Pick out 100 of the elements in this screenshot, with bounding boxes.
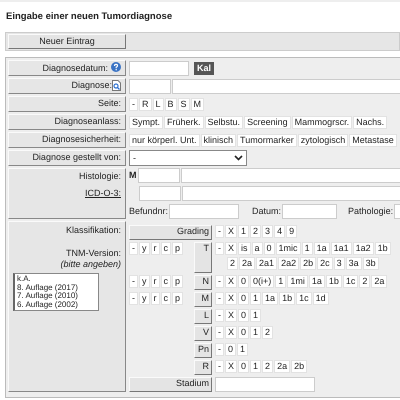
histology-field[interactable]	[181, 168, 400, 183]
option-button[interactable]: -	[215, 326, 224, 339]
option-button[interactable]: -	[215, 343, 224, 356]
option-button[interactable]: Selbstu.	[204, 116, 244, 128]
option-button[interactable]: 1c	[342, 275, 358, 288]
option-button[interactable]: X	[225, 242, 238, 255]
option-button[interactable]: 0(i+)	[250, 275, 274, 288]
option-button[interactable]: zytologisch	[298, 134, 348, 146]
option-button[interactable]: 3	[262, 225, 274, 238]
diagnosis-field[interactable]	[172, 78, 400, 94]
option-button[interactable]: 3	[334, 257, 345, 270]
option-button[interactable]: B	[164, 98, 177, 110]
grading-button[interactable]: Grading	[129, 225, 212, 240]
list-item[interactable]: 8. Auflage (2017)	[17, 284, 96, 292]
option-button[interactable]: 2	[359, 275, 370, 288]
option-button[interactable]: r	[150, 275, 160, 288]
code-field[interactable]	[139, 186, 181, 201]
option-button[interactable]: 0	[238, 275, 250, 288]
tnm-button[interactable]: N	[194, 275, 212, 290]
option-button[interactable]: X	[225, 360, 238, 373]
option-button[interactable]: c	[160, 275, 171, 288]
option-button[interactable]: 1	[237, 343, 248, 356]
option-button[interactable]: 2	[250, 225, 262, 238]
option-button[interactable]: Tumormarker	[237, 134, 297, 146]
option-button[interactable]: M	[190, 98, 204, 110]
option-button[interactable]: L	[152, 98, 164, 110]
option-button[interactable]: -	[215, 309, 224, 322]
option-button[interactable]: Screening	[244, 116, 291, 128]
option-button[interactable]: X	[225, 275, 238, 288]
option-button[interactable]: 1mic	[276, 242, 301, 255]
option-button[interactable]: X	[225, 225, 238, 238]
option-button[interactable]: -	[129, 98, 138, 110]
option-button[interactable]: X	[225, 292, 238, 305]
date-field[interactable]	[282, 204, 338, 219]
option-button[interactable]: Früherk.	[164, 116, 204, 128]
option-button[interactable]: -	[215, 360, 224, 373]
tnm-button[interactable]: R	[194, 360, 212, 375]
option-button[interactable]: 2a	[274, 360, 290, 373]
tnm-button[interactable]: L	[194, 309, 212, 324]
code-field[interactable]	[129, 78, 171, 94]
option-button[interactable]: -	[215, 292, 224, 305]
option-button[interactable]: Nachs.	[353, 116, 388, 128]
option-button[interactable]: 2a1	[256, 257, 278, 270]
option-button[interactable]: -	[129, 275, 138, 288]
icd-field[interactable]	[182, 186, 400, 201]
tnm-button[interactable]: M	[194, 292, 212, 307]
option-button[interactable]: Metastase	[349, 134, 397, 146]
option-button[interactable]: 1	[302, 242, 313, 255]
option-button[interactable]: 0	[238, 292, 250, 305]
option-button[interactable]: 0	[238, 309, 250, 322]
option-button[interactable]: 1c	[296, 292, 312, 305]
option-button[interactable]: S	[178, 98, 190, 110]
option-button[interactable]: 1d	[312, 292, 329, 305]
option-button[interactable]: -	[215, 242, 224, 255]
option-button[interactable]: 2b	[291, 360, 308, 373]
option-button[interactable]: 4	[274, 225, 286, 238]
select-field[interactable]: -	[129, 150, 247, 166]
option-button[interactable]: y	[139, 275, 150, 288]
option-button[interactable]: nur körperl. Unt.	[129, 134, 200, 146]
option-button[interactable]: 1a1	[330, 242, 352, 255]
code-field[interactable]	[138, 168, 180, 183]
option-button[interactable]: klinisch	[200, 134, 236, 146]
option-button[interactable]: R	[139, 98, 152, 110]
option-button[interactable]: 1a	[262, 292, 278, 305]
option-button[interactable]: 1b	[326, 275, 342, 288]
tnm-button[interactable]: Pn	[194, 343, 212, 358]
option-button[interactable]: p	[172, 275, 184, 288]
option-button[interactable]: c	[160, 292, 171, 305]
option-button[interactable]: Mammogrscr.	[292, 116, 352, 128]
option-button[interactable]: -	[215, 275, 224, 288]
option-button[interactable]: is	[238, 242, 251, 255]
new-entry-button[interactable]: Neuer Eintrag	[8, 34, 126, 49]
document-search-icon[interactable]	[112, 80, 121, 92]
stadium-button[interactable]: Stadium	[129, 377, 212, 392]
input-field[interactable]	[169, 204, 240, 219]
option-button[interactable]: 1	[238, 225, 250, 238]
list-item[interactable]: 6. Auflage (2002)	[17, 300, 96, 309]
option-button[interactable]: 1b	[374, 242, 391, 255]
option-button[interactable]: a	[252, 242, 263, 255]
option-button[interactable]: 2a	[371, 275, 388, 288]
option-button[interactable]: 2	[262, 360, 274, 373]
option-button[interactable]: 0	[225, 343, 236, 356]
option-button[interactable]: 1mi	[287, 275, 308, 288]
option-button[interactable]: 1a	[314, 242, 330, 255]
help-icon[interactable]	[111, 62, 121, 72]
option-button[interactable]: 9	[286, 225, 298, 238]
option-button[interactable]: 1	[250, 326, 262, 339]
option-button[interactable]: 2b	[300, 257, 316, 270]
option-button[interactable]: 2c	[317, 257, 333, 270]
list-item[interactable]: 7. Auflage (2010)	[17, 292, 96, 300]
option-button[interactable]: -	[129, 292, 138, 305]
option-button[interactable]: p	[172, 242, 184, 255]
option-button[interactable]: 1	[250, 309, 262, 322]
icd-link[interactable]: ICD-O-3:	[85, 188, 121, 199]
calendar-button[interactable]: Kal	[194, 62, 214, 74]
option-button[interactable]: 1a	[308, 275, 325, 288]
option-button[interactable]: 2a2	[278, 257, 300, 270]
option-button[interactable]: 1a2	[352, 242, 374, 255]
option-button[interactable]: 1b	[279, 292, 296, 305]
option-button[interactable]: 3a	[346, 257, 362, 270]
